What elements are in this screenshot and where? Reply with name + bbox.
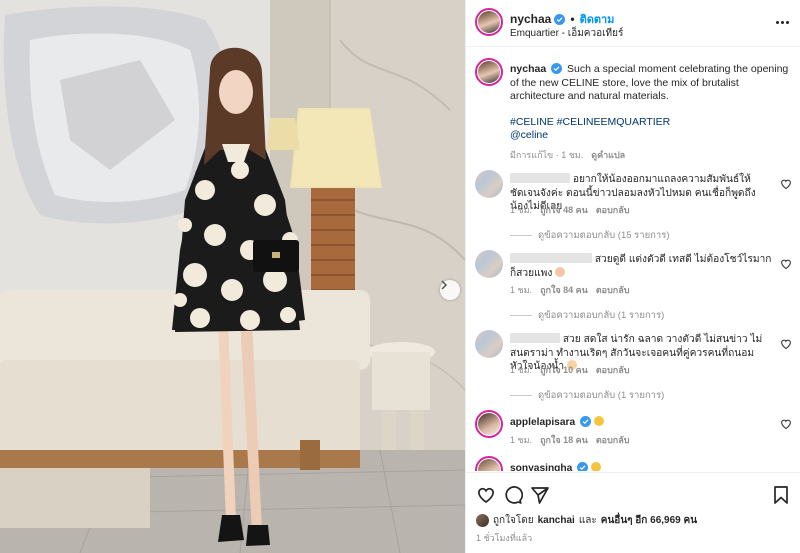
reply-button[interactable]: ตอบกลับ — [596, 203, 630, 217]
redacted-username — [510, 333, 560, 343]
likes-prefix: ถูกใจโดย — [493, 515, 534, 526]
verified-badge-icon — [579, 416, 591, 427]
instagram-post-view: nychaa • ติดตาม Emquartier - เอ็มควอเทีย… — [0, 0, 800, 553]
verified-badge-icon — [554, 13, 566, 25]
post-photo[interactable] — [0, 0, 465, 553]
post-time: 1 ชั่วโมงที่แล้ว — [476, 533, 533, 543]
commenter-avatar[interactable] — [475, 330, 503, 358]
comment-likes[interactable]: ถูกใจ 10 คน — [540, 363, 588, 377]
view-replies-label: ดูข้อความตอบกลับ (1 รายการ) — [538, 310, 665, 321]
post-caption: nychaa Such a special moment celebrating… — [510, 63, 792, 162]
redacted-username — [510, 253, 592, 263]
comment-likes[interactable]: ถูกใจ 18 คน — [540, 433, 588, 447]
commenter-avatar[interactable] — [475, 170, 503, 198]
reply-button[interactable]: ตอบกลับ — [596, 283, 630, 297]
verified-badge-icon — [577, 462, 589, 471]
commenter-avatar[interactable] — [475, 250, 503, 278]
likes-middle: และ — [578, 515, 597, 526]
comment-meta: 1 ชม. ถูกใจ 48 คน ตอบกลับ — [510, 203, 629, 217]
author-username[interactable]: nychaa — [510, 12, 551, 26]
caption-edited-time: มีการแก้ไข · 1 ชม. — [510, 149, 584, 160]
comment-icon[interactable] — [503, 485, 523, 505]
heart-eyes-emoji-icon — [590, 462, 601, 471]
heart-icon[interactable] — [476, 485, 496, 505]
comment-time: 1 ชม. — [510, 365, 533, 375]
commenter-avatar[interactable] — [475, 410, 503, 438]
likes-others[interactable]: คนอื่นๆ อีก 66,969 คน — [601, 513, 697, 528]
likes-summary[interactable]: ถูกใจโดย kanchai และ คนอื่นๆ อีก 66,969 … — [476, 513, 697, 528]
post-location[interactable]: Emquartier - เอ็มควอเทียร์ — [510, 26, 623, 41]
post-side-panel: nychaa • ติดตาม Emquartier - เอ็มควอเทีย… — [465, 0, 800, 553]
commenter-avatar[interactable] — [475, 456, 503, 471]
comment-body: applelapisara — [510, 416, 772, 430]
next-photo-button[interactable] — [440, 280, 460, 300]
liker-avatar — [476, 514, 489, 527]
view-replies-button[interactable]: ดูข้อความตอบกลับ (1 รายการ) — [510, 308, 664, 323]
caption-username[interactable]: nychaa — [510, 63, 546, 75]
post-actions: ถูกใจโดย kanchai และ คนอื่นๆ อีก 66,969 … — [466, 472, 800, 553]
view-replies-button[interactable]: ดูข้อความตอบกลับ (15 รายการ) — [510, 228, 670, 243]
reply-button[interactable]: ตอบกลับ — [596, 433, 630, 447]
heart-icon[interactable] — [780, 338, 792, 350]
heart-eyes-emoji-icon — [593, 416, 604, 426]
commenter-username[interactable]: sonyasingha — [510, 463, 572, 471]
caption-avatar[interactable] — [475, 58, 503, 86]
comment-meta: 1 ชม. ถูกใจ 84 คน ตอบกลับ — [510, 283, 629, 297]
comment-body: sonyasingha — [510, 462, 772, 471]
comments-list[interactable]: nychaa Such a special moment celebrating… — [466, 48, 800, 471]
see-translation-link[interactable]: ดูคำแปล — [591, 149, 625, 163]
clapping-emoji-icon — [555, 266, 566, 277]
redacted-username — [510, 173, 570, 183]
more-options-icon[interactable] — [773, 13, 791, 31]
caption-mention[interactable]: @celine — [510, 129, 792, 143]
verified-badge-icon — [551, 63, 563, 74]
separator-dot: • — [570, 12, 575, 26]
liker-username[interactable]: kanchai — [538, 515, 575, 526]
bookmark-icon[interactable] — [771, 485, 791, 505]
reply-button[interactable]: ตอบกลับ — [596, 363, 630, 377]
photo-illustration — [0, 0, 465, 553]
comment-likes[interactable]: ถูกใจ 84 คน — [540, 283, 588, 297]
comment-time: 1 ชม. — [510, 435, 533, 445]
caption-hashtags[interactable]: #CELINE #CELINEEMQUARTIER — [510, 116, 792, 130]
caption-meta: มีการแก้ไข · 1 ชม. ดูคำแปล — [510, 149, 792, 163]
comment-body: สวยดูดี แต่งตัวดี เทสดี ไม่ต้องโชว์ไรมาก… — [510, 253, 772, 280]
post-header: nychaa • ติดตาม Emquartier - เอ็มควอเทีย… — [466, 0, 800, 47]
view-replies-label: ดูข้อความตอบกลับ (15 รายการ) — [538, 230, 670, 241]
heart-icon[interactable] — [780, 258, 792, 270]
heart-icon[interactable] — [780, 418, 792, 430]
comment-meta: 1 ชม. ถูกใจ 18 คน ตอบกลับ — [510, 433, 629, 447]
heart-icon[interactable] — [780, 178, 792, 190]
view-replies-label: ดูข้อความตอบกลับ (1 รายการ) — [538, 390, 665, 401]
view-replies-button[interactable]: ดูข้อความตอบกลับ (1 รายการ) — [510, 388, 664, 403]
chevron-right-icon — [441, 280, 448, 290]
author-avatar[interactable] — [475, 8, 503, 36]
comment-likes[interactable]: ถูกใจ 48 คน — [540, 203, 588, 217]
commenter-username[interactable]: applelapisara — [510, 417, 575, 428]
share-icon[interactable] — [530, 485, 550, 505]
comment-time: 1 ชม. — [510, 205, 533, 215]
comment-meta: 1 ชม. ถูกใจ 10 คน ตอบกลับ — [510, 363, 629, 377]
comment-time: 1 ชม. — [510, 285, 533, 295]
